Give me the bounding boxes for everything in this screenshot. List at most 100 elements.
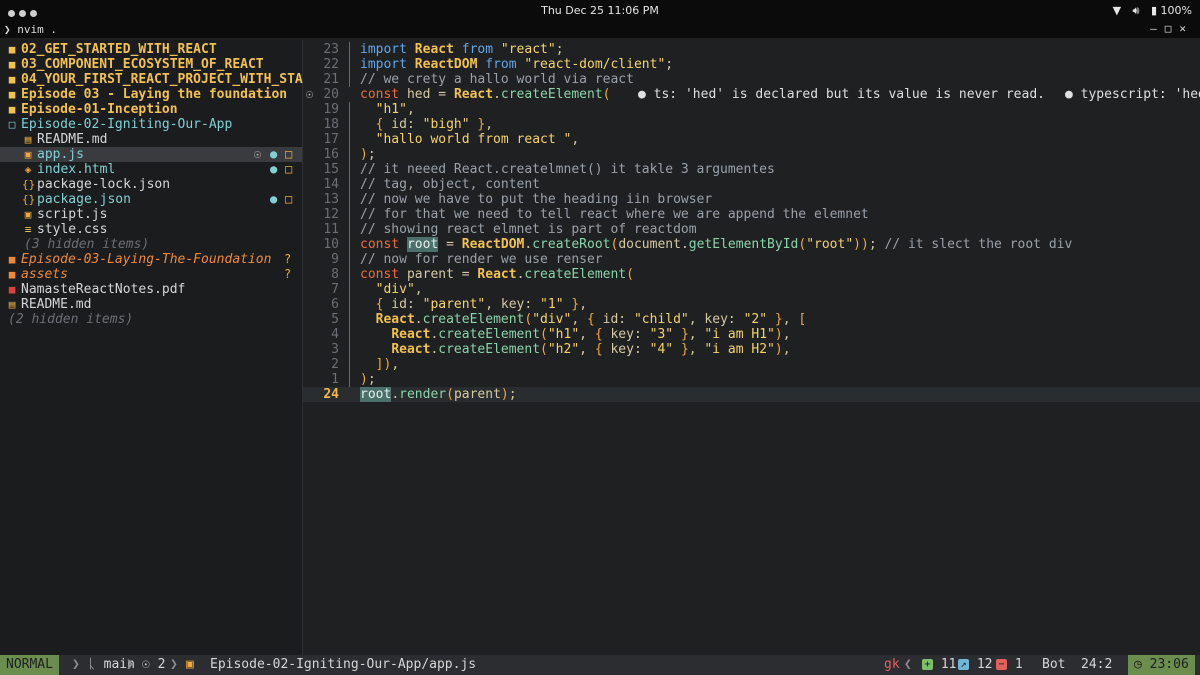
code-token: ) xyxy=(500,387,509,402)
code-line[interactable]: 14 // tag, object, content xyxy=(303,177,1200,192)
markdown-icon: ▤ xyxy=(8,298,16,311)
close-icon[interactable]: ✕ xyxy=(1179,22,1194,35)
code-token: } xyxy=(680,342,689,357)
code-line[interactable]: 5 React.createElement("div", { id: "chil… xyxy=(303,312,1200,327)
modified-icon: ↗ xyxy=(958,659,969,670)
status-line: NORMAL ❯ ᚳ main ❯ ☉ 2 ❯ ▣ Episode-02-Ign… xyxy=(0,655,1200,675)
explorer-item-label: (2 hidden items) xyxy=(8,312,134,327)
system-clock[interactable]: Thu Dec 25 11:06 PM xyxy=(0,4,1200,17)
search-highlight: root xyxy=(406,237,439,252)
git-modified-icon: □ xyxy=(285,192,293,206)
scroll-position: Bot xyxy=(1042,657,1066,672)
code-line[interactable]: 15 // it neeed React.createlmnet() it tak… xyxy=(303,162,1200,177)
code-text: "h1", xyxy=(360,102,415,117)
explorer-item-label: Episode-03-Laying-The-Foundation xyxy=(21,252,272,267)
code-token: render xyxy=(399,387,447,402)
code-line[interactable]: 20 ☉ const hed = React.createElement(● ts:… xyxy=(303,87,1200,102)
explorer-item[interactable]: {} package.json ● □ xyxy=(0,192,302,207)
code-token: . xyxy=(391,387,400,402)
explorer-item[interactable]: ■ NamasteReactNotes.pdf xyxy=(0,282,302,297)
code-token: , key: xyxy=(688,312,744,327)
line-number: 12 xyxy=(323,207,339,222)
json-file-icon: {} xyxy=(22,193,36,206)
code-line[interactable]: 2 ]), xyxy=(303,357,1200,372)
explorer-item[interactable]: ■ 04_YOUR_FIRST_REACT_PROJECT_WITH_STAT xyxy=(0,72,311,87)
code-line[interactable]: 13 // now we have to put the heading iin … xyxy=(303,192,1200,207)
code-text: { id: "parent", key: "1" }, xyxy=(360,297,587,312)
explorer-item-label: package-lock.json xyxy=(37,177,171,192)
indent-guide xyxy=(349,252,350,267)
explorer-item[interactable]: (3 hidden items) xyxy=(0,237,302,252)
explorer-item[interactable]: ■ assets? xyxy=(0,267,302,282)
code-token: ( xyxy=(602,87,611,102)
explorer-item[interactable]: ▣ script.js xyxy=(0,207,302,222)
indent-guide xyxy=(349,162,350,177)
diff-removed: − 1 xyxy=(996,655,1023,675)
code-token: React xyxy=(391,342,431,357)
line-number: 2 xyxy=(331,357,339,372)
file-path: Episode-02-Igniting-Our-App/app.js xyxy=(210,657,477,672)
indent-guide xyxy=(349,282,350,297)
code-line[interactable]: 4 React.createElement("h1", { key: "3" }… xyxy=(303,327,1200,342)
code-line[interactable]: 9 // now for render we use renser xyxy=(303,252,1200,267)
explorer-item[interactable]: {} package-lock.json xyxy=(0,177,302,192)
diagnostic-message: ● typescript: 'hed xyxy=(1065,87,1200,102)
code-token: , xyxy=(406,102,415,117)
explorer-item[interactable]: ▣ app.js ☉ ● □ xyxy=(0,147,302,162)
code-token: // now for render we use renser xyxy=(360,252,603,267)
code-line[interactable]: 21 // we crety a hallo world via react xyxy=(303,72,1200,87)
code-line[interactable]: 10 const root = ReactDOM.createRoot(docum… xyxy=(303,237,1200,252)
git-branch-icon: ᚳ xyxy=(88,657,96,672)
line-number: 17 xyxy=(323,132,339,147)
minimize-icon[interactable]: – xyxy=(1150,22,1165,35)
lightbulb-icon[interactable]: ☉ xyxy=(306,87,313,102)
code-token: React xyxy=(477,267,517,282)
code-line[interactable]: 23 import React from "react"; xyxy=(303,42,1200,57)
indent-guide xyxy=(349,357,350,372)
code-line[interactable]: 3 React.createElement("h2", { key: "4" }… xyxy=(303,342,1200,357)
explorer-item[interactable]: ◈ index.html ● □ xyxy=(0,162,302,177)
explorer-item[interactable]: ■ 03_COMPONENT_ECOSYSTEM_OF_REACT xyxy=(0,57,302,72)
explorer-item[interactable]: ■ 02_GET_STARTED_WITH_REACT xyxy=(0,42,302,57)
explorer-item[interactable]: □ Episode-02-Igniting-Our-App xyxy=(0,117,302,132)
explorer-item[interactable]: ≡ style.css xyxy=(0,222,302,237)
code-line[interactable]: 12 // for that we need to tell react wher… xyxy=(303,207,1200,222)
explorer-item[interactable]: ■ Episode-03-Laying-The-Foundation? xyxy=(0,252,302,267)
code-line[interactable]: 22 import ReactDOM from "react-dom/client… xyxy=(303,57,1200,72)
code-line[interactable]: 8 const parent = React.createElement( xyxy=(303,267,1200,282)
code-token: id: xyxy=(383,117,423,132)
explorer-item[interactable]: (2 hidden items) xyxy=(0,312,302,327)
explorer-item[interactable]: ■ Episode 03 - Laying the foundation xyxy=(0,87,302,102)
code-token: , xyxy=(688,327,705,342)
code-editor[interactable]: 23 import React from "react"; 22 import Rea… xyxy=(303,40,1200,655)
code-text: // it neeed React.createlmnet() it takle… xyxy=(360,162,775,177)
code-token: import xyxy=(360,57,415,72)
code-line[interactable]: 24 root.render(parent); xyxy=(303,387,1200,402)
line-number: 18 xyxy=(323,117,339,132)
line-number: 7 xyxy=(331,282,339,297)
code-token: } xyxy=(571,297,580,312)
code-token: { xyxy=(594,342,603,357)
code-line[interactable]: 17 "hallo world from react ", xyxy=(303,132,1200,147)
code-line[interactable]: 16); xyxy=(303,147,1200,162)
code-line[interactable]: 1); xyxy=(303,372,1200,387)
code-token: key: xyxy=(602,327,650,342)
explorer-item[interactable]: ■ Episode-01-Inception xyxy=(0,102,302,117)
diff-changed: ↗ 12 xyxy=(958,655,992,675)
code-line[interactable]: 18 { id: "bigh" }, xyxy=(303,117,1200,132)
code-token: , xyxy=(782,342,791,357)
maximize-icon[interactable]: □ xyxy=(1165,22,1180,35)
explorer-item[interactable]: ▤ README.md xyxy=(0,297,302,312)
explorer-item[interactable]: ▤ README.md xyxy=(0,132,302,147)
code-line[interactable]: 11 // showing react elmnet is part of rea… xyxy=(303,222,1200,237)
system-tray[interactable]: ▼ 🔊︎ ▮ 100% xyxy=(1113,4,1192,18)
code-text: // tag, object, content xyxy=(360,177,540,192)
code-line[interactable]: 6 { id: "parent", key: "1" }, xyxy=(303,297,1200,312)
code-token: ReactDOM xyxy=(461,237,525,252)
line-number: 1 xyxy=(331,372,339,387)
code-token: ( xyxy=(626,267,634,282)
code-line[interactable]: 19 "h1", xyxy=(303,102,1200,117)
code-line[interactable]: 7 "div", xyxy=(303,282,1200,297)
code-text: // now we have to put the heading iin br… xyxy=(360,192,712,207)
diagnostic-message: ● ts: 'hed' is declared but its value is… xyxy=(638,87,1045,102)
